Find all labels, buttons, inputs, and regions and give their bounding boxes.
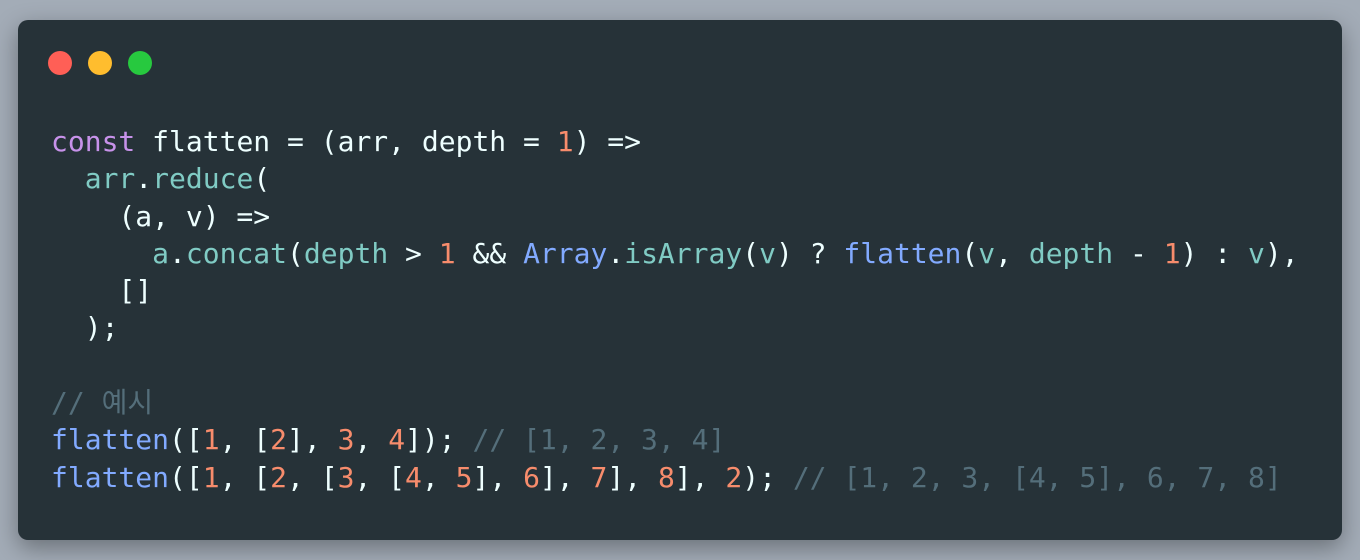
code-line: (a, v) => bbox=[51, 198, 1299, 235]
code-token: 1 bbox=[556, 125, 574, 158]
code-token: . bbox=[169, 236, 186, 270]
code-token: 1 bbox=[438, 236, 456, 270]
code-token: isArray bbox=[624, 236, 743, 270]
close-window-button[interactable] bbox=[48, 51, 72, 75]
code-token: depth bbox=[303, 236, 389, 270]
code-token: 8 bbox=[657, 460, 675, 494]
code-token: , bbox=[995, 236, 1029, 270]
code-token: ( bbox=[961, 236, 979, 270]
code-token: ); bbox=[742, 460, 793, 494]
code-line: flatten([1, [2], 3, 4]); // [1, 2, 3, 4] bbox=[51, 421, 1299, 458]
code-token: v bbox=[978, 236, 996, 270]
code-token: , [ bbox=[219, 423, 271, 457]
code-token: . bbox=[135, 162, 153, 196]
code-token: v bbox=[759, 236, 776, 270]
code-token: (a, v) => bbox=[51, 199, 271, 233]
code-token: flatten = (arr, depth = bbox=[135, 125, 557, 158]
code-token: ], bbox=[287, 423, 338, 457]
code-token: ( bbox=[742, 236, 760, 270]
code-token: , [ bbox=[219, 460, 271, 494]
code-token: // [1, 2, 3, 4] bbox=[472, 423, 726, 457]
code-token: flatten bbox=[51, 423, 170, 457]
code-token: ], bbox=[539, 460, 591, 494]
code-token: 3 bbox=[337, 423, 355, 457]
code-token: 5 bbox=[455, 460, 473, 494]
code-token: 3 bbox=[337, 460, 355, 494]
code-line: ); bbox=[51, 309, 1299, 346]
minimize-window-button[interactable] bbox=[88, 51, 112, 75]
code-token: ], bbox=[674, 460, 726, 494]
code-token: ( bbox=[253, 162, 271, 196]
code-token: , [ bbox=[354, 460, 406, 494]
code-token: ) ? bbox=[775, 236, 844, 270]
code-token: 2 bbox=[725, 460, 743, 494]
code-token: const bbox=[51, 125, 136, 158]
code-token: ], bbox=[472, 460, 524, 494]
code-token: // 예시 bbox=[51, 386, 154, 420]
code-token: a bbox=[152, 236, 170, 270]
code-token: 2 bbox=[270, 423, 288, 457]
code-token: , bbox=[354, 423, 389, 457]
code-line: a.concat(depth > 1 && Array.isArray(v) ?… bbox=[51, 235, 1299, 272]
code-token: ([ bbox=[169, 460, 203, 494]
code-token: && bbox=[455, 236, 524, 270]
code-token: arr bbox=[84, 162, 136, 196]
code-token: ([ bbox=[169, 423, 203, 457]
code-token: ) => bbox=[573, 125, 642, 158]
code-token: 4 bbox=[405, 460, 422, 494]
code-line: const flatten = (arr, depth = 1) => bbox=[51, 123, 1299, 160]
code-line: // 예시 bbox=[51, 384, 1299, 421]
code-token: 6 bbox=[523, 460, 540, 494]
code-token: ], bbox=[607, 460, 658, 494]
code-block: const flatten = (arr, depth = 1) => arr.… bbox=[51, 123, 1299, 496]
code-token: 1 bbox=[1163, 236, 1181, 270]
code-token: 4 bbox=[388, 423, 406, 457]
code-token: - bbox=[1113, 236, 1164, 270]
code-token: , [ bbox=[287, 460, 338, 494]
code-token: 1 bbox=[202, 460, 220, 494]
code-token: // [1, 2, 3, [4, 5], 6, 7, 8] bbox=[792, 460, 1282, 494]
code-token: 7 bbox=[590, 460, 608, 494]
code-token: [] bbox=[51, 274, 153, 308]
code-line: arr.reduce( bbox=[51, 160, 1299, 197]
code-token: ); bbox=[51, 311, 119, 345]
code-token: flatten bbox=[51, 460, 170, 494]
code-token: flatten bbox=[843, 236, 962, 270]
code-token: > bbox=[388, 236, 439, 270]
code-token: concat bbox=[185, 236, 288, 270]
code-token: depth bbox=[1028, 236, 1114, 270]
code-token: Array bbox=[523, 236, 608, 270]
code-token: reduce bbox=[152, 162, 254, 196]
code-window: const flatten = (arr, depth = 1) => arr.… bbox=[18, 20, 1342, 540]
code-token: v bbox=[1248, 236, 1265, 270]
code-token: . bbox=[607, 236, 625, 270]
code-token: ]); bbox=[405, 423, 473, 457]
maximize-window-button[interactable] bbox=[128, 51, 152, 75]
code-line: flatten([1, [2, [3, [4, 5], 6], 7], 8], … bbox=[51, 459, 1299, 496]
code-token: 2 bbox=[270, 460, 288, 494]
code-token: , bbox=[421, 460, 456, 494]
code-token: ) : bbox=[1180, 236, 1249, 270]
code-line: [] bbox=[51, 272, 1299, 309]
code-token: 1 bbox=[202, 423, 220, 457]
code-token: ), bbox=[1264, 236, 1299, 270]
code-token: ( bbox=[287, 236, 304, 270]
